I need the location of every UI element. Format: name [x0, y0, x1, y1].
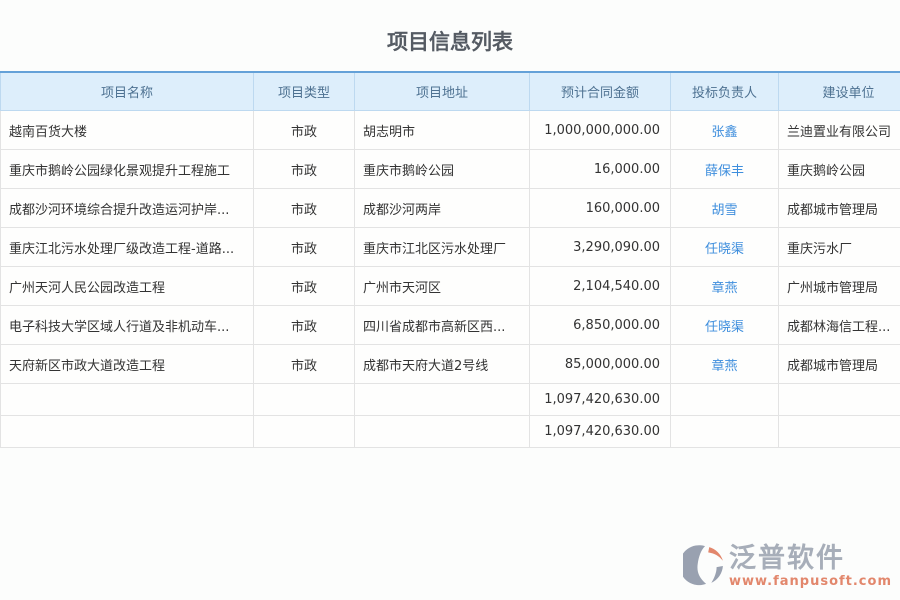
- cell-address: 胡志明市: [355, 111, 530, 150]
- cell-builder: 成都林海信工程...: [779, 306, 900, 345]
- cell-type: 市政: [254, 189, 355, 228]
- cell-name: 重庆市鹅岭公园绿化景观提升工程施工: [1, 150, 254, 189]
- cell-type: 市政: [254, 267, 355, 306]
- table-row: 重庆市鹅岭公园绿化景观提升工程施工市政重庆市鹅岭公园16,000.00 薛保丰 重庆…: [1, 150, 900, 189]
- cell-type: 市政: [254, 111, 355, 150]
- cell-leader: 章燕: [671, 267, 779, 306]
- cell-type: 市政: [254, 228, 355, 267]
- cell-address: [355, 416, 530, 448]
- cell-leader: 章燕: [671, 345, 779, 384]
- cell-type: [254, 416, 355, 448]
- vendor-logo: 泛普软件 www.fanpusoft.com: [683, 544, 892, 590]
- cell-address: 广州市天河区: [355, 267, 530, 306]
- cell-builder: 重庆污水厂: [779, 228, 900, 267]
- cell-name: 成都沙河环境综合提升改造运河护岸...: [1, 189, 254, 228]
- cell-leader: 张鑫: [671, 111, 779, 150]
- cell-address: 四川省成都市高新区西...: [355, 306, 530, 345]
- table-row: 越南百货大楼市政胡志明市1,000,000,000.00 张鑫 兰迪置业有限公司: [1, 111, 900, 150]
- cell-builder: [779, 416, 900, 448]
- table-row: 重庆江北污水处理厂级改造工程-道路...市政重庆市江北区污水处理厂3,290,0…: [1, 228, 900, 267]
- cell-type: 市政: [254, 306, 355, 345]
- page: 项目信息列表 项目名称项目类型项目地址预计合同金额投标负责人建设单位 越南百货大…: [0, 0, 900, 448]
- column-header-builder: 建设单位: [779, 72, 900, 111]
- cell-name: 重庆江北污水处理厂级改造工程-道路...: [1, 228, 254, 267]
- cell-address: 重庆市江北区污水处理厂: [355, 228, 530, 267]
- cell-address: 重庆市鹅岭公园: [355, 150, 530, 189]
- bid-leader-link[interactable]: 胡雪: [711, 203, 737, 218]
- cell-leader: 任晓渠: [671, 228, 779, 267]
- bid-leader-link[interactable]: 章燕: [711, 281, 737, 296]
- cell-builder: 兰迪置业有限公司: [779, 111, 900, 150]
- column-header-address: 项目地址: [355, 72, 530, 111]
- cell-builder: 广州城市管理局: [779, 267, 900, 306]
- cell-amount: 85,000,000.00: [530, 345, 671, 384]
- cell-amount: 16,000.00: [530, 150, 671, 189]
- vendor-name: 泛普软件: [729, 545, 892, 572]
- cell-leader: 胡雪: [671, 189, 779, 228]
- cell-name: [1, 416, 254, 448]
- cell-amount: 6,850,000.00: [530, 306, 671, 345]
- total-row: 1,097,420,630.00: [1, 384, 900, 416]
- cell-builder: 重庆鹅岭公园: [779, 150, 900, 189]
- column-header-leader: 投标负责人: [671, 72, 779, 111]
- vendor-url[interactable]: www.fanpusoft.com: [729, 574, 892, 589]
- cell-address: 成都沙河两岸: [355, 189, 530, 228]
- cell-name: 广州天河人民公园改造工程: [1, 267, 254, 306]
- project-table: 项目名称项目类型项目地址预计合同金额投标负责人建设单位 越南百货大楼市政胡志明市…: [0, 71, 900, 448]
- bid-leader-link[interactable]: 章燕: [711, 359, 737, 374]
- table-body: 越南百货大楼市政胡志明市1,000,000,000.00张鑫兰迪置业有限公司重庆…: [1, 111, 900, 448]
- bid-leader-link[interactable]: 张鑫: [711, 125, 737, 140]
- cell-type: 市政: [254, 150, 355, 189]
- cell-amount: 3,290,090.00: [530, 228, 671, 267]
- bid-leader-link[interactable]: 薛保丰: [705, 164, 744, 179]
- cell-amount: 1,000,000,000.00: [530, 111, 671, 150]
- bid-leader-link[interactable]: 任晓渠: [705, 242, 744, 257]
- table-row: 广州天河人民公园改造工程市政广州市天河区2,104,540.00 章燕 广州城市管理…: [1, 267, 900, 306]
- cell-address: [355, 384, 530, 416]
- cell-amount: 160,000.00: [530, 189, 671, 228]
- column-header-name: 项目名称: [1, 72, 254, 111]
- cell-address: 成都市天府大道2号线: [355, 345, 530, 384]
- table-row: 成都沙河环境综合提升改造运河护岸...市政成都沙河两岸160,000.00 胡雪 成…: [1, 189, 900, 228]
- cell-leader: 任晓渠: [671, 306, 779, 345]
- cell-name: [1, 384, 254, 416]
- bid-leader-link[interactable]: 任晓渠: [705, 320, 744, 335]
- cell-type: 市政: [254, 345, 355, 384]
- cell-amount: 1,097,420,630.00: [530, 416, 671, 448]
- cell-leader: 薛保丰: [671, 150, 779, 189]
- total-row: 1,097,420,630.00: [1, 416, 900, 448]
- cell-amount: 2,104,540.00: [530, 267, 671, 306]
- column-header-type: 项目类型: [254, 72, 355, 111]
- cell-name: 电子科技大学区域人行道及非机动车...: [1, 306, 254, 345]
- cell-name: 天府新区市政大道改造工程: [1, 345, 254, 384]
- cell-type: [254, 384, 355, 416]
- cell-leader: [671, 416, 779, 448]
- table-row: 天府新区市政大道改造工程市政成都市天府大道2号线85,000,000.00 章燕 成…: [1, 345, 900, 384]
- column-header-amount: 预计合同金额: [530, 72, 671, 111]
- cell-name: 越南百货大楼: [1, 111, 254, 150]
- vendor-text-block: 泛普软件 www.fanpusoft.com: [729, 545, 892, 589]
- cell-builder: 成都城市管理局: [779, 345, 900, 384]
- cell-builder: [779, 384, 900, 416]
- fanpu-logo-icon: [683, 544, 725, 590]
- cell-amount: 1,097,420,630.00: [530, 384, 671, 416]
- cell-builder: 成都城市管理局: [779, 189, 900, 228]
- cell-leader: [671, 384, 779, 416]
- table-header-row: 项目名称项目类型项目地址预计合同金额投标负责人建设单位: [1, 72, 900, 111]
- page-title: 项目信息列表: [0, 0, 900, 71]
- table-row: 电子科技大学区域人行道及非机动车...市政四川省成都市高新区西...6,850,…: [1, 306, 900, 345]
